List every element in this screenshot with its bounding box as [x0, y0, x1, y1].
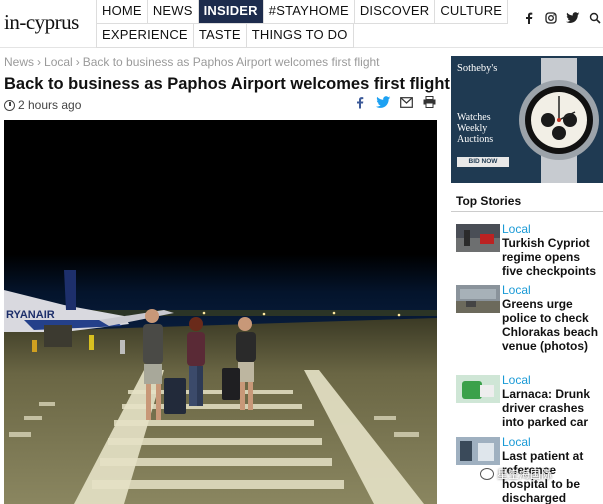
article-title: Back to business as Paphos Airport welco… — [4, 75, 450, 93]
ad-bid-button[interactable]: BID NOW — [457, 157, 509, 167]
share-bar — [353, 96, 436, 112]
story-category[interactable]: Local — [502, 283, 531, 297]
ad-brand: Sotheby's — [457, 63, 498, 74]
nav-item-stayhome[interactable]: #STAYHOME — [263, 0, 355, 24]
nav-item-home[interactable]: HOME — [97, 0, 148, 24]
breadcrumb: News › Local › Back to business as Paphos Ai… — [4, 55, 380, 69]
story-title[interactable]: Greens urge police to check Chlorakas be… — [502, 297, 600, 353]
top-stories-widget: Top Stories — [451, 190, 603, 212]
advertisement-banner[interactable]: Sotheby's Watches Weekly Auctions BID NO… — [451, 56, 603, 183]
chevron-right-icon: › — [37, 55, 42, 69]
twitter-icon[interactable] — [566, 12, 580, 27]
aircraft-livery-text: RYANAIR — [6, 309, 55, 321]
nav-item-experience[interactable]: EXPERIENCE — [97, 24, 194, 48]
print-icon[interactable] — [422, 96, 436, 112]
ad-line-1: Watches — [457, 112, 491, 123]
wechat-icon — [480, 468, 494, 480]
story-thumbnail — [456, 375, 500, 403]
clock-icon — [4, 99, 15, 111]
instagram-icon[interactable] — [544, 12, 558, 27]
article-photo: RYANAIR — [4, 120, 437, 504]
nav-item-discover[interactable]: DISCOVER — [354, 0, 436, 24]
story-thumbnail — [456, 285, 500, 313]
twitter-icon[interactable] — [376, 96, 391, 112]
story-thumbnail — [456, 224, 500, 252]
facebook-icon[interactable] — [353, 96, 367, 112]
nav-item-news[interactable]: NEWS — [147, 0, 199, 24]
main-nav: HOME NEWS INSIDER #STAYHOME DISCOVER CUL… — [96, 0, 509, 48]
chevron-right-icon: › — [75, 55, 80, 69]
watermark-text: 星空海国际 — [497, 469, 552, 481]
ad-line-2: Weekly — [457, 123, 488, 134]
facebook-icon[interactable] — [522, 12, 536, 27]
watch-image — [519, 58, 599, 183]
nav-item-culture[interactable]: CULTURE — [435, 0, 509, 24]
article-meta: 2 hours ago — [4, 98, 81, 112]
ad-line-3: Auctions — [457, 134, 494, 145]
story-category[interactable]: Local — [502, 222, 531, 236]
site-logo[interactable]: in-cyprus — [4, 10, 79, 35]
top-stories-heading: Top Stories — [451, 190, 603, 212]
nav-item-taste[interactable]: TASTE — [193, 24, 247, 48]
nav-row-2: EXPERIENCE TASTE THINGS TO DO — [97, 24, 506, 48]
nav-row-1: HOME NEWS INSIDER #STAYHOME DISCOVER CUL… — [97, 0, 509, 24]
story-category[interactable]: Local — [502, 373, 531, 387]
email-icon[interactable] — [399, 96, 413, 112]
header-social-icons — [522, 12, 602, 27]
article-time: 2 hours ago — [18, 98, 82, 112]
breadcrumb-local[interactable]: Local — [44, 55, 73, 69]
site-header: in-cyprus HOME NEWS INSIDER #STAYHOME DI… — [0, 0, 603, 48]
watermark: 星空海国际 — [480, 466, 552, 482]
search-icon[interactable] — [588, 12, 602, 27]
story-title[interactable]: Turkish Cypriot regime opens five checkp… — [502, 236, 600, 278]
story-title[interactable]: Larnaca: Drunk driver crashes into parke… — [502, 387, 600, 429]
breadcrumb-news[interactable]: News — [4, 55, 34, 69]
nav-item-things-to-do[interactable]: THINGS TO DO — [246, 24, 354, 48]
nav-item-insider[interactable]: INSIDER — [198, 0, 264, 24]
breadcrumb-current: Back to business as Paphos Airport welco… — [82, 55, 380, 69]
story-category[interactable]: Local — [502, 435, 531, 449]
story-thumbnail — [456, 437, 500, 465]
